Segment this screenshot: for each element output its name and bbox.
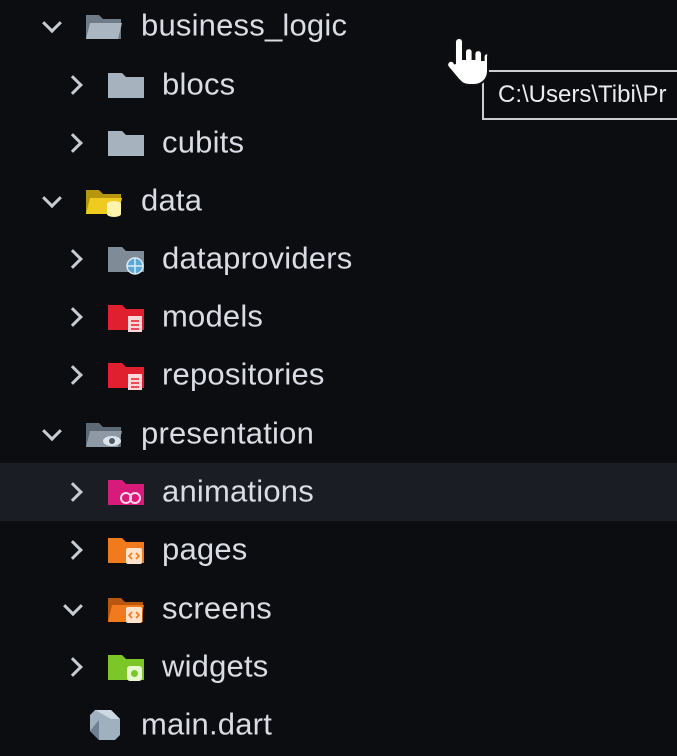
folder-view-open-icon bbox=[84, 417, 124, 451]
tree-item-animations[interactable]: animations bbox=[0, 463, 677, 521]
folder-database-open-icon bbox=[84, 184, 124, 218]
chevron-right-icon[interactable] bbox=[63, 133, 83, 153]
folder-animation-icon bbox=[106, 475, 146, 509]
folder-models-icon bbox=[106, 300, 146, 334]
tree-item-pages[interactable]: pages bbox=[0, 521, 677, 579]
tree-item-main-dart[interactable]: main.dart bbox=[0, 696, 677, 754]
tree-item-data[interactable]: data bbox=[0, 172, 677, 230]
chevron-down-icon[interactable] bbox=[42, 188, 62, 209]
tree-item-label: repositories bbox=[162, 356, 325, 392]
tree-item-label: pages bbox=[162, 531, 248, 567]
folder-html-icon bbox=[106, 533, 146, 567]
folder-widget-icon bbox=[106, 650, 146, 684]
hand-pointer-icon bbox=[446, 34, 490, 88]
tree-item-cubits[interactable]: cubits bbox=[0, 114, 677, 172]
tree-item-label: screens bbox=[162, 590, 272, 626]
chevron-right-icon[interactable] bbox=[63, 482, 83, 502]
tree-item-models[interactable]: models bbox=[0, 288, 677, 346]
folder-open-icon bbox=[84, 9, 124, 43]
folder-repository-icon bbox=[106, 358, 146, 392]
tree-item-screens[interactable]: screens bbox=[0, 580, 677, 638]
chevron-right-icon[interactable] bbox=[63, 307, 83, 327]
tree-item-widgets[interactable]: widgets bbox=[0, 638, 677, 696]
folder-html-open-icon bbox=[106, 592, 146, 626]
tree-item-dataproviders[interactable]: dataproviders bbox=[0, 230, 677, 288]
tree-item-label: cubits bbox=[162, 124, 245, 160]
chevron-down-icon[interactable] bbox=[42, 421, 62, 442]
folder-icon bbox=[106, 126, 146, 160]
path-tooltip: C:\Users\Tibi\Pr bbox=[482, 70, 677, 120]
tooltip-text: C:\Users\Tibi\Pr bbox=[498, 81, 667, 108]
tree-item-label: presentation bbox=[141, 415, 315, 451]
chevron-right-icon[interactable] bbox=[63, 365, 83, 385]
tree-item-label: animations bbox=[162, 473, 314, 509]
chevron-right-icon[interactable] bbox=[63, 657, 83, 677]
chevron-down-icon[interactable] bbox=[42, 13, 62, 34]
dart-file-icon bbox=[86, 706, 124, 744]
chevron-down-icon[interactable] bbox=[63, 596, 83, 617]
tree-item-label: main.dart bbox=[141, 706, 273, 742]
chevron-right-icon[interactable] bbox=[63, 540, 83, 560]
tree-item-presentation[interactable]: presentation bbox=[0, 405, 677, 463]
chevron-right-icon[interactable] bbox=[63, 75, 83, 95]
folder-icon bbox=[106, 68, 146, 102]
tree-item-label: business_logic bbox=[141, 7, 348, 43]
tree-item-label: models bbox=[162, 298, 264, 334]
chevron-right-icon[interactable] bbox=[63, 249, 83, 269]
tree-item-business-logic[interactable]: business_logic bbox=[0, 0, 677, 55]
tree-item-label: widgets bbox=[162, 648, 269, 684]
tree-item-label: data bbox=[141, 182, 203, 218]
folder-globe-icon bbox=[106, 242, 146, 276]
tree-item-label: blocs bbox=[162, 66, 236, 102]
tree-item-repositories[interactable]: repositories bbox=[0, 346, 677, 404]
tree-item-label: dataproviders bbox=[162, 240, 353, 276]
